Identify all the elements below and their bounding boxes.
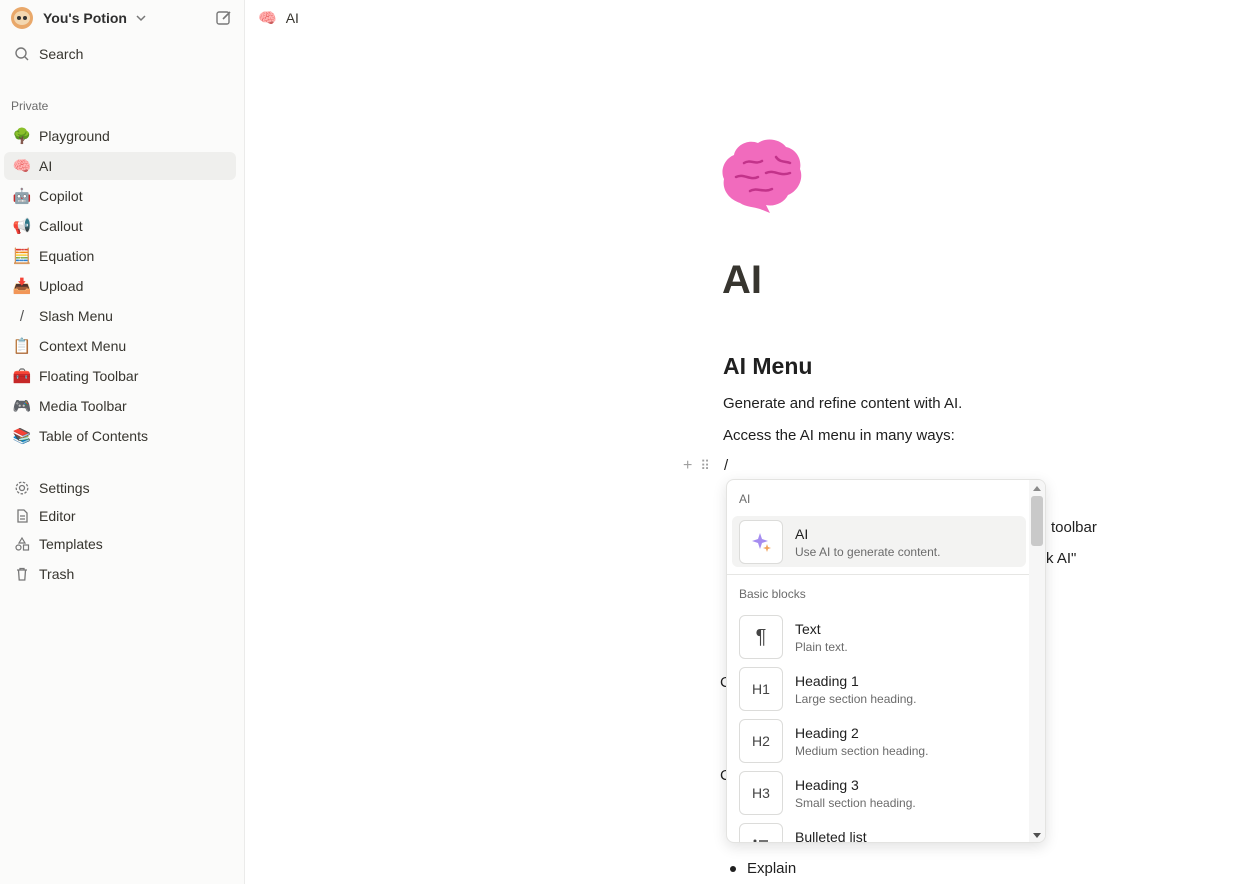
heading-ai-menu[interactable]: AI Menu bbox=[723, 353, 812, 380]
sidebar-item-upload[interactable]: 📥 Upload bbox=[4, 272, 236, 300]
sparkles-icon bbox=[739, 520, 783, 564]
sidebar-item-trash[interactable]: Trash bbox=[4, 560, 236, 588]
heading-1-icon: H1 bbox=[739, 667, 783, 711]
trash-icon bbox=[12, 564, 32, 584]
list-item[interactable]: Explain bbox=[747, 860, 796, 877]
paragraph[interactable]: Generate and refine content with AI. bbox=[723, 395, 962, 412]
scroll-down-arrow-icon[interactable] bbox=[1033, 833, 1041, 838]
sidebar-item-table-of-contents[interactable]: 📚 Table of Contents bbox=[4, 422, 236, 450]
scroll-thumb[interactable] bbox=[1031, 496, 1043, 546]
books-icon: 📚 bbox=[12, 428, 32, 445]
obscured-text: k AI" bbox=[1046, 550, 1077, 567]
tree-icon: 🌳 bbox=[12, 128, 32, 145]
heading-2-icon: H2 bbox=[739, 719, 783, 763]
abacus-icon: 🧮 bbox=[12, 248, 32, 265]
workspace-name: You's Potion bbox=[43, 10, 127, 26]
workspace-avatar bbox=[11, 7, 33, 29]
obscured-text: toolbar bbox=[1051, 519, 1097, 536]
clipboard-icon: 📋 bbox=[12, 338, 32, 355]
sidebar-item-ai[interactable]: 🧠 AI bbox=[4, 152, 236, 180]
scroll-up-arrow-icon[interactable] bbox=[1033, 486, 1041, 491]
sidebar-item-playground[interactable]: 🌳 Playground bbox=[4, 122, 236, 150]
sidebar-item-copilot[interactable]: 🤖 Copilot bbox=[4, 182, 236, 210]
robot-icon: 🤖 bbox=[12, 188, 32, 205]
brain-icon: 🧠 bbox=[258, 10, 277, 27]
sidebar-item-equation[interactable]: 🧮 Equation bbox=[4, 242, 236, 270]
menu-group-label: AI bbox=[739, 492, 751, 506]
inbox-tray-icon: 📥 bbox=[12, 278, 32, 295]
new-page-icon[interactable] bbox=[215, 9, 233, 27]
sidebar-item-editor[interactable]: Editor bbox=[4, 502, 236, 530]
breadcrumb[interactable]: 🧠 AI bbox=[258, 8, 299, 28]
menu-scrollbar[interactable] bbox=[1029, 480, 1045, 842]
bullet-marker bbox=[730, 866, 736, 872]
slash-menu: AI AI Use AI to generate content. Basic … bbox=[726, 479, 1046, 843]
menu-item-heading-2[interactable]: H2 Heading 2 Medium section heading. bbox=[732, 715, 1026, 766]
sidebar-item-templates[interactable]: Templates bbox=[4, 530, 236, 558]
drag-handle-icon[interactable]: ⠿ bbox=[700, 458, 709, 474]
plus-icon[interactable]: + bbox=[683, 457, 692, 475]
section-label-private: Private bbox=[11, 99, 49, 113]
gamepad-icon: 🎮 bbox=[12, 398, 32, 415]
brain-icon: 🧠 bbox=[12, 158, 32, 175]
heading-3-icon: H3 bbox=[739, 771, 783, 815]
brain-icon[interactable] bbox=[720, 133, 804, 217]
menu-item-bulleted-list[interactable]: Bulleted list bbox=[732, 819, 1026, 842]
shapes-icon bbox=[12, 534, 32, 554]
page-title[interactable]: AI bbox=[722, 258, 762, 303]
bulleted-list-icon bbox=[739, 823, 783, 842]
sidebar-item-callout[interactable]: 📢 Callout bbox=[4, 212, 236, 240]
menu-group-label: Basic blocks bbox=[739, 587, 806, 601]
toolbox-icon: 🧰 bbox=[12, 368, 32, 385]
workspace-switcher[interactable]: You's Potion bbox=[8, 6, 237, 30]
menu-item-ai[interactable]: AI Use AI to generate content. bbox=[732, 516, 1026, 567]
sidebar-item-media-toolbar[interactable]: 🎮 Media Toolbar bbox=[4, 392, 236, 420]
sidebar-item-slash-menu[interactable]: / Slash Menu bbox=[4, 302, 236, 330]
sidebar-item-context-menu[interactable]: 📋 Context Menu bbox=[4, 332, 236, 360]
sidebar-item-floating-toolbar[interactable]: 🧰 Floating Toolbar bbox=[4, 362, 236, 390]
pilcrow-icon: ¶ bbox=[739, 615, 783, 659]
paragraph[interactable]: Access the AI menu in many ways: bbox=[723, 427, 955, 444]
gear-icon bbox=[12, 478, 32, 498]
breadcrumb-page-title: AI bbox=[285, 10, 299, 26]
menu-item-heading-3[interactable]: H3 Heading 3 Small section heading. bbox=[732, 767, 1026, 818]
sidebar-item-settings[interactable]: Settings bbox=[4, 474, 236, 502]
chevron-down-icon bbox=[136, 15, 146, 22]
menu-item-text[interactable]: ¶ Text Plain text. bbox=[732, 611, 1026, 662]
menu-divider bbox=[727, 574, 1031, 575]
slash-icon: / bbox=[19, 307, 25, 325]
megaphone-icon: 📢 bbox=[12, 218, 32, 235]
block-handle[interactable]: + ⠿ bbox=[683, 457, 710, 475]
sidebar: You's Potion Search Private 🌳 Playground… bbox=[0, 0, 245, 884]
menu-item-heading-1[interactable]: H1 Heading 1 Large section heading. bbox=[732, 663, 1026, 714]
document-icon bbox=[12, 506, 32, 526]
slash-command-text[interactable]: / bbox=[724, 457, 728, 474]
search-label: Search bbox=[39, 46, 84, 62]
search-icon bbox=[12, 44, 32, 64]
search-button[interactable]: Search bbox=[4, 40, 236, 68]
